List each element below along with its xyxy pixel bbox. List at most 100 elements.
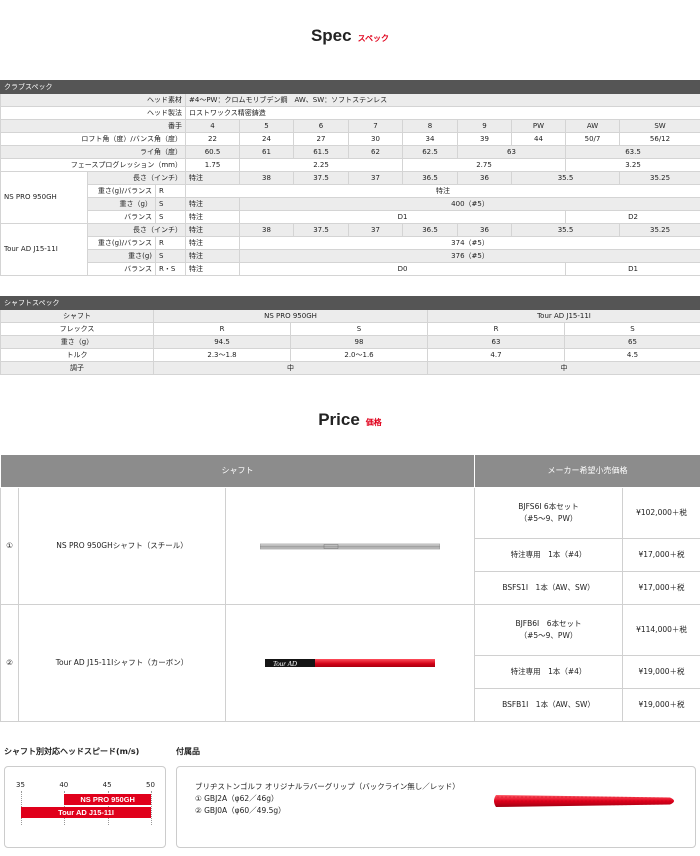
lie-cell: 63.5: [564, 145, 700, 159]
number-cell: 5: [239, 119, 294, 133]
flex-cell: S: [290, 322, 428, 336]
shaft-weight-cell: 65: [564, 335, 700, 349]
carbon-shaft-image: Tour AD: [265, 657, 435, 669]
price-row-num: ②: [0, 604, 19, 722]
ns-length-label: 長さ（インチ）: [87, 171, 186, 185]
fp-label: フェースプログレッション（mm）: [0, 158, 186, 172]
lie-cell: 61.5: [293, 145, 349, 159]
torque-cell: 2.3〜1.8: [153, 348, 291, 362]
ns-length-cell: 36.5: [402, 171, 458, 185]
tour-wb-flex: R: [155, 236, 186, 250]
spec-heading-en: Spec: [310, 26, 352, 45]
tour-length-cell: 37: [348, 223, 403, 237]
speed-bar: NS PRO 950GH: [64, 794, 151, 805]
tour-length-label: 長さ（インチ）: [87, 223, 186, 237]
ns-length-cell: 37.5: [293, 171, 349, 185]
number-cell: 9: [457, 119, 512, 133]
price-desc: BJFB6I 6本セット （#5〜9、PW）: [474, 604, 623, 656]
loft-cell: 44: [511, 132, 566, 146]
ns-balance-flex: S: [155, 210, 186, 224]
shaft-weight-cell: 94.5: [153, 335, 291, 349]
tour-balance-label: バランス: [87, 262, 156, 276]
speed-box: 35 40 45 50 NS PRO 950GH Tour AD J15-11I: [4, 766, 166, 848]
shaft-weight-cell: 63: [427, 335, 565, 349]
steel-shaft-image: [260, 543, 440, 550]
shaft-image-steel: [225, 487, 475, 605]
lie-cell: 61: [239, 145, 294, 159]
ns-weight-value: 400（#5）: [238, 197, 700, 211]
accessory-line2: ① GBJ2A（φ62／46g）: [195, 794, 279, 803]
price-value: ¥114,000＋税: [622, 604, 700, 656]
tour-wb-value: 374（#5）: [238, 236, 700, 250]
price-value: ¥102,000＋税: [622, 487, 700, 539]
price-value: ¥19,000＋税: [622, 688, 700, 722]
speed-chart: 35 40 45 50 NS PRO 950GH Tour AD J15-11I: [5, 767, 167, 849]
tour-length-cell: 35.5: [511, 223, 620, 237]
tour-balance-d1: D1: [564, 262, 700, 276]
kick-label: 調子: [0, 361, 154, 375]
lie-cell: 63: [457, 145, 566, 159]
price-row-num: ①: [0, 487, 19, 605]
flex-cell: R: [153, 322, 291, 336]
flex-cell: R: [427, 322, 565, 336]
price-heading: Price 価格: [0, 410, 700, 430]
price-desc: BJFS6I 6本セット （#5〜9、PW）: [474, 487, 623, 539]
price-value: ¥17,000＋税: [622, 571, 700, 605]
shaft-spec-table: シャフトスペック シャフト NS PRO 950GH Tour AD J15-1…: [0, 296, 700, 375]
loft-label: ロフト角（度）/バンス角（度）: [0, 132, 186, 146]
tour-weight-label: 重さ(g): [87, 249, 156, 263]
shaft-label: シャフト: [0, 309, 154, 323]
ns-weight-label: 重さ（g）: [87, 197, 156, 211]
price-heading-en: Price: [318, 410, 360, 429]
shaft-image-carbon: Tour AD: [225, 604, 475, 722]
tour-wb-special: 特注: [185, 236, 240, 250]
ns-length-cell: 35.25: [618, 171, 700, 185]
accessory-title: 付属品: [176, 747, 200, 756]
price-desc: 特注専用 1本（#4）: [474, 655, 623, 689]
shaft-weight-label: 重さ（g）: [0, 335, 154, 349]
tour-length-cell: 36: [457, 223, 512, 237]
number-cell: 8: [402, 119, 458, 133]
kick-cell: 中: [427, 361, 700, 375]
tour-length-cell: 37.5: [293, 223, 349, 237]
ns-length-cell: 36: [457, 171, 512, 185]
price-row-name: NS PRO 950GHシャフト（スチール）: [18, 487, 226, 605]
ns-wb-flex: R: [155, 184, 186, 198]
fp-cell: 3.25: [564, 158, 700, 172]
ns-weight-flex: S: [155, 197, 186, 211]
ns-wb-value: 特注: [184, 184, 700, 198]
flex-cell: S: [564, 322, 700, 336]
number-cell: SW: [618, 119, 700, 133]
kick-cell: 中: [153, 361, 428, 375]
loft-cell: 50/7: [565, 132, 620, 146]
number-cell: 7: [348, 119, 403, 133]
club-spec-title: クラブスペック: [0, 80, 700, 94]
tour-wb-label: 重さ(g)/バランス: [87, 236, 156, 250]
shaft-tour: Tour AD J15-11I: [427, 309, 700, 323]
ns-balance-d1: D1: [239, 210, 566, 224]
ns-length-special: 特注: [185, 171, 240, 185]
ns-shaft-name: NS PRO 950GH: [0, 171, 88, 224]
tour-length-cell: 36.5: [402, 223, 458, 237]
shaft-spec-title: シャフトスペック: [0, 296, 154, 310]
number-cell: PW: [511, 119, 566, 133]
ns-wb-label: 重さ(g)/バランス: [87, 184, 156, 198]
carbon-shaft-logo: Tour AD: [273, 660, 297, 668]
loft-cell: 24: [239, 132, 294, 146]
tour-weight-special: 特注: [185, 249, 240, 263]
price-desc: BSFB1I 1本（AW、SW）: [474, 688, 623, 722]
ns-balance-d2: D2: [564, 210, 700, 224]
spec-heading-ja: スペック: [357, 34, 390, 43]
tour-weight-flex: S: [155, 249, 186, 263]
accessory-line3: ② GBJ0A（φ60／49.5g）: [195, 806, 286, 815]
price-desc: BSFS1I 1本（AW、SW）: [474, 571, 623, 605]
ns-balance-label: バランス: [87, 210, 156, 224]
head-mfg-label: ヘッド製法: [0, 106, 186, 120]
speed-tick-line: [151, 791, 152, 825]
speed-tick-label: 40: [59, 781, 69, 789]
head-material-label: ヘッド素材: [0, 93, 186, 107]
torque-cell: 4.7: [427, 348, 565, 362]
torque-cell: 4.5: [564, 348, 700, 362]
price-row-name: Tour AD J15-11Iシャフト（カーボン）: [18, 604, 226, 722]
lie-cell: 60.5: [185, 145, 240, 159]
